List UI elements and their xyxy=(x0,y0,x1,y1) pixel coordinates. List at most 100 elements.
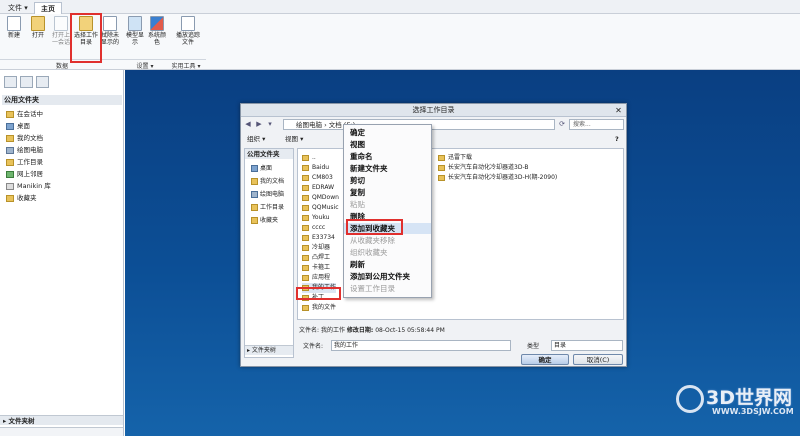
folder-tree-toggle[interactable]: ▸ 文件夹树 xyxy=(0,415,123,425)
view-menu[interactable]: 视图 ▾ xyxy=(285,134,303,145)
fav-label: 绘图电脑 xyxy=(260,191,285,198)
navigator-panel: 公用文件夹 在会话中 桌面 我的文档 绘图电脑 工作目录 网上邻居 Maniki… xyxy=(0,70,124,436)
list-item[interactable]: .. xyxy=(302,153,316,163)
menu-item-add-to-common-folders[interactable]: 添加到公用文件夹 xyxy=(344,271,431,282)
nav-item-in-session[interactable]: 在会话中 xyxy=(6,109,43,120)
dialog-fav-my-documents[interactable]: 我的文档 xyxy=(251,176,284,187)
filename-row: 文件名: 我的工作 类型 目录 xyxy=(299,340,624,352)
menu-item-refresh[interactable]: 刷新 xyxy=(344,259,431,270)
select-working-directory-dialog: 选择工作目录 ✕ ◀ ▶ ▾ 绘图电脑 › 文档 (E:) › ⟳ 搜索... … xyxy=(240,103,627,367)
list-item[interactable]: 凸焊工 xyxy=(302,253,330,263)
folder-icon xyxy=(302,185,309,191)
nav-item-label: 我的文档 xyxy=(17,134,43,142)
file-name: 应用程 xyxy=(312,274,331,281)
organize-menu[interactable]: 组织 ▾ xyxy=(247,134,265,145)
file-name: 迅雷下载 xyxy=(448,154,473,161)
list-item[interactable]: EDRAW xyxy=(302,183,334,193)
dialog-fav-working-directory[interactable]: 工作目录 xyxy=(251,202,284,213)
play-trail-file-button[interactable]: 播放追踪文件 xyxy=(175,16,201,56)
refresh-icon[interactable]: ⟳ xyxy=(557,119,567,130)
file-name: cccc xyxy=(312,224,326,231)
group-settings-label[interactable]: 设置 ▾ xyxy=(124,59,166,70)
watermark-title: 3D世界网 xyxy=(706,387,792,409)
file-name: 长安汽车自动化冷却器道3D-H(期-2090) xyxy=(448,174,558,181)
dialog-fav-computer[interactable]: 绘图电脑 xyxy=(251,189,284,200)
filename-input[interactable]: 我的工作 xyxy=(331,340,511,351)
type-select[interactable]: 目录 xyxy=(551,340,623,351)
nav-item-desktop[interactable]: 桌面 xyxy=(6,121,30,132)
file-name: E33734 xyxy=(312,234,335,241)
menu-item-new-folder[interactable]: 新建文件夹 xyxy=(344,163,431,174)
dialog-toolbar: 组织 ▾ 视图 ▾ ? xyxy=(243,134,626,146)
list-item[interactable]: 长安汽车自动化冷却器道3D-H(期-2090) xyxy=(438,173,557,183)
fav-label: 我的文档 xyxy=(260,178,285,185)
help-icon[interactable]: ? xyxy=(615,134,619,145)
system-colors-button[interactable]: 系统颜色 xyxy=(146,16,168,56)
favorites-tab-icon[interactable] xyxy=(36,76,49,88)
erase-not-displayed-button[interactable]: 拭除未显示的 xyxy=(99,16,121,56)
filename-label: 文件名: xyxy=(303,343,324,350)
play-trail-file-label: 播放追踪文件 xyxy=(175,32,200,46)
list-item[interactable]: 长安汽车自动化冷却器道3D-B xyxy=(438,163,529,173)
group-utilities-label[interactable]: 实用工具 ▾ xyxy=(166,59,206,70)
nav-item-computer[interactable]: 绘图电脑 xyxy=(6,145,43,156)
session-icon xyxy=(6,111,14,118)
list-item[interactable]: CM803 xyxy=(302,173,333,183)
model-display-button[interactable]: 模型显示 xyxy=(124,16,146,56)
cancel-button[interactable]: 取消(C) xyxy=(573,354,623,365)
open-last-session-button[interactable]: 打开上一会话 xyxy=(50,16,72,56)
nav-item-favorites[interactable]: 收藏夹 xyxy=(6,193,37,204)
menu-item-ok[interactable]: 确定 xyxy=(344,127,431,138)
menu-item-copy[interactable]: 复制 xyxy=(344,187,431,198)
navigator-bottom-bar xyxy=(0,427,123,436)
nav-item-label: 绘图电脑 xyxy=(17,146,43,154)
dialog-fav-desktop[interactable]: 桌面 xyxy=(251,163,272,174)
menu-item-cut[interactable]: 剪切 xyxy=(344,175,431,186)
open-button[interactable]: 打开 xyxy=(27,16,49,56)
type-label: 类型 xyxy=(527,343,540,350)
forward-arrow-icon[interactable]: ▶ xyxy=(254,119,264,130)
list-item[interactable]: cccc xyxy=(302,223,325,233)
list-item[interactable]: QMDown xyxy=(302,193,339,203)
nav-item-label: 收藏夹 xyxy=(17,194,37,202)
favorites-folder-icon xyxy=(251,217,258,224)
documents-icon xyxy=(6,135,14,142)
tab-home[interactable]: 主页 xyxy=(34,2,62,14)
menu-item-rename[interactable]: 重命名 xyxy=(344,151,431,162)
folder-icon xyxy=(302,305,309,311)
ok-button[interactable]: 确定 xyxy=(521,354,569,365)
dialog-buttons: 确定 取消(C) xyxy=(521,354,626,366)
list-item[interactable]: Youku xyxy=(302,213,329,223)
play-trail-icon xyxy=(181,16,195,31)
back-arrow-icon[interactable]: ◀ xyxy=(243,119,253,130)
dialog-folder-tree-toggle[interactable]: ▸ 文件夹树 xyxy=(245,345,293,355)
nav-item-manikin-library[interactable]: Manikin 库 xyxy=(6,181,51,192)
nav-item-working-directory[interactable]: 工作目录 xyxy=(6,157,43,168)
list-item[interactable]: 应用程 xyxy=(302,273,330,283)
close-icon[interactable]: ✕ xyxy=(614,106,623,115)
list-item[interactable]: 冷却器 xyxy=(302,243,330,253)
tab-file[interactable]: 文件 ▾ xyxy=(2,2,34,14)
list-item[interactable]: 迅雷下载 xyxy=(438,153,472,163)
info-date-label: 修改日期: xyxy=(346,327,374,334)
list-item[interactable]: Baidu xyxy=(302,163,329,173)
menu-item-remove-from-favorites: 从收藏夹移除 xyxy=(350,236,395,245)
search-input[interactable]: 搜索... xyxy=(569,119,624,130)
folder-icon xyxy=(302,255,309,261)
nav-item-my-documents[interactable]: 我的文档 xyxy=(6,133,43,144)
nav-item-network[interactable]: 网上邻居 xyxy=(6,169,43,180)
folder-browser-tab-icon[interactable] xyxy=(20,76,33,88)
list-item[interactable]: E33734 xyxy=(302,233,335,243)
dialog-fav-favorites[interactable]: 收藏夹 xyxy=(251,215,278,226)
file-info-bar: 文件名: 我的工作 修改日期: 08-Oct-15 05:58:44 PM xyxy=(299,326,624,336)
new-button[interactable]: 新建 xyxy=(3,16,25,56)
folder-icon xyxy=(302,275,309,281)
list-item[interactable]: 卡箍工 xyxy=(302,263,330,273)
menu-item-view[interactable]: 视图 xyxy=(344,139,431,150)
fav-label: 桌面 xyxy=(260,165,273,172)
list-item[interactable]: 我的文件 xyxy=(302,303,336,313)
model-tree-tab-icon[interactable] xyxy=(4,76,17,88)
list-item[interactable]: QQMusic xyxy=(302,203,339,213)
recent-dropdown-icon[interactable]: ▾ xyxy=(265,119,275,130)
file-name: CM803 xyxy=(312,174,333,181)
